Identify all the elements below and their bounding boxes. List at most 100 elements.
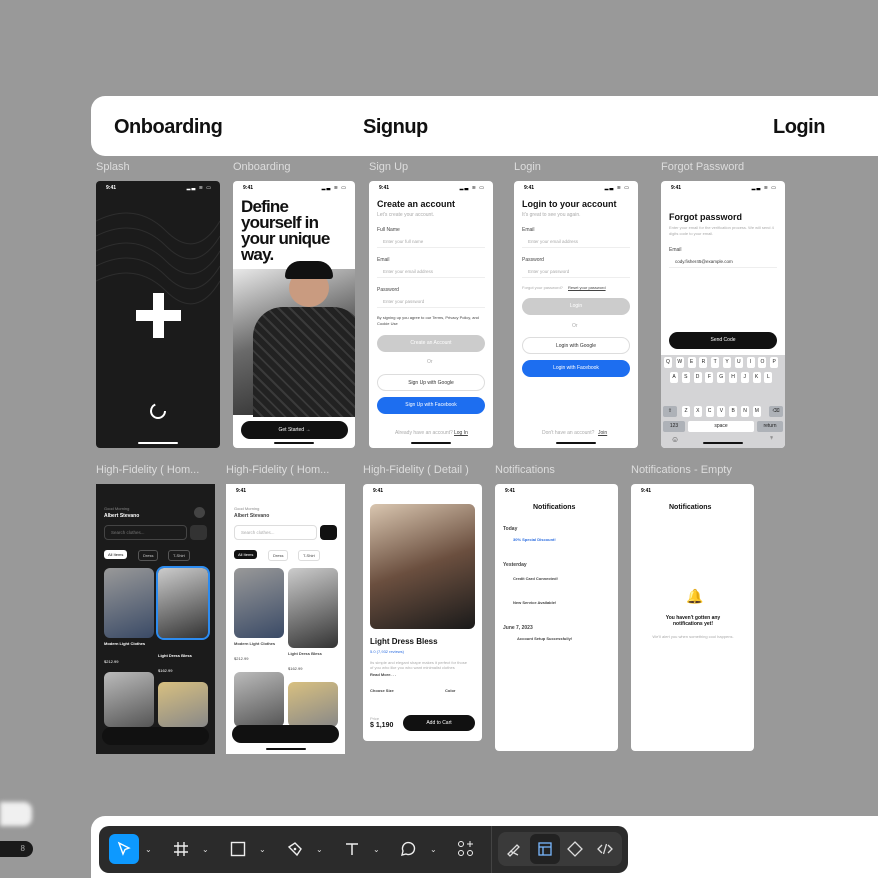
product-image[interactable] — [234, 568, 284, 638]
user-count-badge[interactable]: 8 — [0, 841, 33, 857]
notification-title[interactable]: Credit Card Connected! — [513, 576, 558, 581]
key-g[interactable]: G — [717, 372, 726, 383]
key-h[interactable]: H — [729, 372, 737, 383]
password-input[interactable]: Enter your password — [522, 265, 630, 278]
key-x[interactable]: X — [693, 406, 702, 417]
prototype-mode-button[interactable] — [560, 834, 590, 864]
key-q[interactable]: Q — [664, 357, 672, 368]
key-f[interactable]: F — [705, 372, 714, 383]
home-dark-frame[interactable]: Good Morning Albert Stevano Search cloth… — [96, 484, 215, 754]
key-y[interactable]: Y — [723, 357, 731, 368]
search-input[interactable]: Search clothes... — [104, 525, 187, 540]
search-input[interactable]: Search clothes... — [234, 525, 317, 540]
emoji-icon[interactable]: ☺ — [671, 435, 679, 444]
get-started-button[interactable]: Get Started → — [241, 421, 348, 439]
join-link[interactable]: Join — [598, 430, 607, 436]
email-input[interactable]: Enter your email address — [377, 265, 485, 278]
frame-label-hifi-home-light[interactable]: High-Fidelity ( Hom... — [226, 464, 329, 476]
forgot-frame[interactable]: 9:41 ▂▃ ≋ ▭ Forgot password Enter your e… — [661, 181, 785, 448]
key-l[interactable]: L — [764, 372, 773, 383]
onboarding-frame[interactable]: 9:41 ▂▃ ≋ ▭ Define yourself in your uniq… — [233, 181, 355, 448]
product-image[interactable] — [158, 682, 208, 727]
product-image[interactable] — [104, 672, 154, 727]
key-p[interactable]: P — [770, 357, 779, 368]
numbers-key[interactable]: 123 — [663, 421, 685, 432]
detail-frame[interactable]: 9:41 Light Dress Bless 5.0 (7,932 review… — [363, 484, 482, 741]
chevron-down-icon[interactable]: ⌄ — [316, 845, 323, 854]
design-mode-button[interactable] — [530, 834, 560, 864]
actions-tool-button[interactable] — [451, 834, 481, 864]
key-n[interactable]: N — [741, 406, 749, 417]
add-to-cart-button[interactable]: Add to Cart — [403, 715, 475, 731]
backspace-key[interactable]: ⌫ — [769, 406, 783, 417]
product-image[interactable] — [104, 568, 154, 638]
filter-button[interactable] — [190, 525, 207, 540]
google-login-button[interactable]: Login with Google — [522, 337, 630, 354]
product-image[interactable] — [288, 682, 338, 727]
key-a[interactable]: A — [670, 372, 678, 383]
chip-all-items[interactable]: All Items — [234, 550, 258, 559]
key-r[interactable]: R — [699, 357, 708, 368]
comment-tool-button[interactable] — [394, 834, 424, 864]
product-image[interactable] — [288, 568, 338, 648]
frame-tool-button[interactable] — [166, 834, 196, 864]
password-input[interactable]: Enter your password — [377, 295, 485, 308]
bell-icon[interactable] — [194, 507, 205, 518]
frame-label-hifi-detail[interactable]: High-Fidelity ( Detail ) — [363, 464, 469, 476]
frame-label-signup[interactable]: Sign Up — [369, 161, 408, 173]
chevron-down-icon[interactable]: ⌄ — [145, 845, 152, 854]
mic-icon[interactable]: ♆ — [769, 435, 774, 442]
chip-dress[interactable]: Dress — [268, 550, 289, 561]
draw-mode-button[interactable] — [499, 834, 529, 864]
frame-label-notifications-empty[interactable]: Notifications - Empty — [631, 464, 732, 476]
space-key[interactable]: space — [688, 421, 754, 432]
login-button[interactable]: Login — [522, 298, 630, 315]
return-key[interactable]: return — [757, 421, 783, 432]
text-tool-button[interactable] — [337, 834, 367, 864]
send-code-button[interactable]: Send Code — [669, 332, 777, 349]
full-name-input[interactable]: Enter your full name — [377, 235, 485, 248]
facebook-signup-button[interactable]: Sign Up with Facebook — [377, 397, 485, 414]
chip-all-items[interactable]: All Items — [104, 550, 128, 559]
splash-frame[interactable]: 9:41 ▂▃ ≋ ▭ — [96, 181, 220, 448]
signup-frame[interactable]: 9:41 ▂▃ ≋ ▭ Create an account Let's crea… — [369, 181, 493, 448]
chip-dress[interactable]: Dress — [138, 550, 159, 561]
home-light-frame[interactable]: 9:41 Good Morning Albert Stevano Search … — [226, 484, 345, 754]
shift-key[interactable]: ⇧ — [663, 406, 677, 417]
key-m[interactable]: M — [752, 406, 761, 417]
google-signup-button[interactable]: Sign Up with Google — [377, 374, 485, 391]
key-k[interactable]: K — [752, 372, 761, 383]
key-d[interactable]: D — [693, 372, 702, 383]
notification-title[interactable]: Account Setup Successfully! — [517, 636, 572, 641]
facebook-login-button[interactable]: Login with Facebook — [522, 360, 630, 377]
key-w[interactable]: W — [675, 357, 684, 368]
rectangle-tool-button[interactable] — [223, 834, 253, 864]
key-v[interactable]: V — [717, 406, 726, 417]
login-frame[interactable]: 9:41 ▂▃ ≋ ▭ Login to your account It's g… — [514, 181, 638, 448]
frame-label-onboarding[interactable]: Onboarding — [233, 161, 291, 173]
key-e[interactable]: E — [687, 357, 696, 368]
move-tool-button[interactable] — [109, 834, 139, 864]
login-link[interactable]: Log In — [454, 430, 468, 436]
chevron-down-icon[interactable]: ⌄ — [373, 845, 380, 854]
create-account-button[interactable]: Create an Account — [377, 335, 485, 352]
chevron-down-icon[interactable]: ⌄ — [430, 845, 437, 854]
frame-label-notifications[interactable]: Notifications — [495, 464, 555, 476]
key-o[interactable]: O — [758, 357, 767, 368]
notification-title[interactable]: New Service Available! — [513, 600, 556, 605]
key-s[interactable]: S — [681, 372, 690, 383]
notifications-frame[interactable]: 9:41 Notifications Today 30% Special Dis… — [495, 484, 618, 751]
chip-tshirt[interactable]: T-Shirt — [298, 550, 320, 561]
key-z[interactable]: Z — [682, 406, 690, 417]
key-c[interactable]: C — [705, 406, 714, 417]
filter-button[interactable] — [320, 525, 337, 540]
dev-mode-button[interactable] — [590, 834, 620, 864]
chevron-down-icon[interactable]: ⌄ — [202, 845, 209, 854]
frame-label-login[interactable]: Login — [514, 161, 541, 173]
key-t[interactable]: T — [711, 357, 720, 368]
minimap-widget[interactable] — [0, 802, 32, 826]
reset-password-link[interactable]: Reset your password — [568, 285, 606, 290]
chevron-down-icon[interactable]: ⌄ — [259, 845, 266, 854]
frame-label-hifi-home-dark[interactable]: High-Fidelity ( Hom... — [96, 464, 199, 476]
key-j[interactable]: J — [740, 372, 749, 383]
